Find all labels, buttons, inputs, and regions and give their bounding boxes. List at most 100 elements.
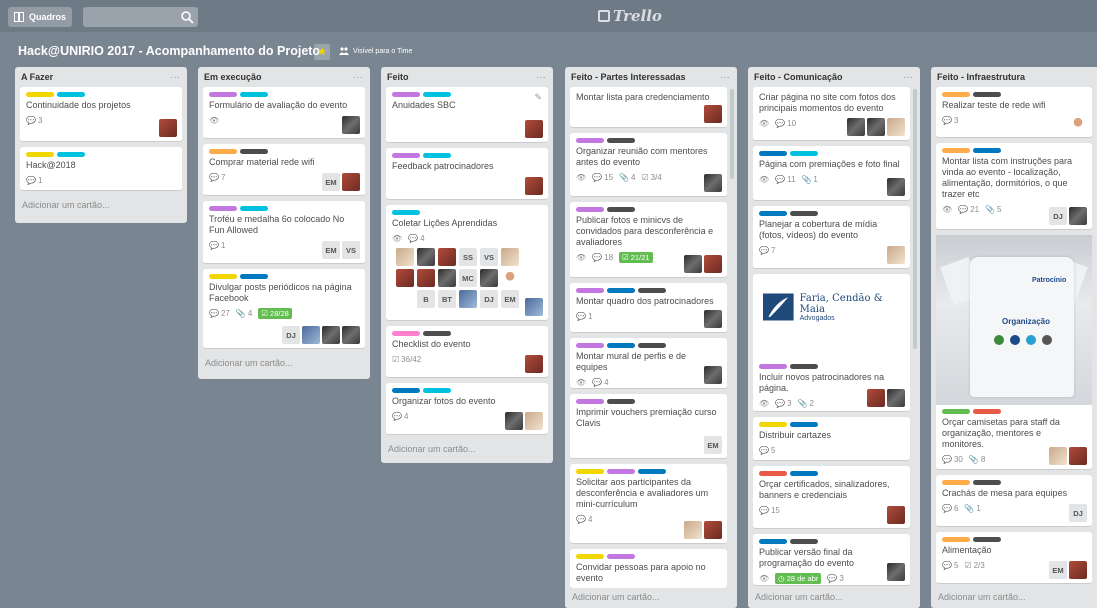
avatar[interactable]: [1069, 561, 1087, 579]
card[interactable]: Feedback patrocinadores: [386, 148, 548, 200]
card[interactable]: Montar lista para credenciamento: [570, 87, 727, 128]
avatar[interactable]: [322, 326, 340, 344]
card[interactable]: Montar mural de perfis e de equipes 👁 💬 4: [570, 338, 727, 389]
member-initials[interactable]: MC: [459, 269, 477, 287]
avatar[interactable]: [887, 506, 905, 524]
card[interactable]: Formulário de avaliação do evento 👁: [203, 87, 365, 139]
member-initials[interactable]: EM: [322, 173, 340, 191]
avatar[interactable]: [525, 298, 543, 316]
avatar[interactable]: [459, 290, 477, 308]
add-card-button[interactable]: Adicionar um cartão...: [198, 354, 370, 374]
member-initials[interactable]: DJ: [282, 326, 300, 344]
card[interactable]: Planejar a cobertura de mídia (fotos, ví…: [753, 206, 910, 269]
list-menu-icon[interactable]: ···: [720, 72, 730, 83]
avatar[interactable]: [302, 326, 320, 344]
avatar[interactable]: [704, 255, 722, 273]
card[interactable]: Organizar fotos do evento 💬 4: [386, 383, 548, 435]
card[interactable]: Convidar pessoas para apoio no evento: [570, 549, 727, 589]
avatar[interactable]: [525, 177, 543, 195]
avatar[interactable]: [417, 269, 435, 287]
avatar[interactable]: [505, 412, 523, 430]
member-initials[interactable]: EM: [322, 241, 340, 259]
add-card-button[interactable]: Adicionar um cartão...: [931, 588, 1097, 608]
card[interactable]: Distribuir cartazes 💬 5: [753, 417, 910, 461]
avatar[interactable]: [704, 366, 722, 384]
card[interactable]: Troféu e medalha 6o colocado No Fun Allo…: [203, 201, 365, 264]
card[interactable]: Publicar versão final da programação do …: [753, 534, 910, 586]
avatar[interactable]: [342, 173, 360, 191]
card[interactable]: Coletar Lições Aprendidas 👁 💬 4 SS VS MC B…: [386, 205, 548, 321]
list-title[interactable]: Feito - Infraestrutura: [937, 72, 1025, 82]
card[interactable]: Publicar fotos e minicvs de convidados p…: [570, 202, 727, 278]
list-title[interactable]: Feito - Comunicação: [754, 72, 843, 82]
avatar[interactable]: [704, 521, 722, 539]
member-initials[interactable]: DJ: [1069, 504, 1087, 522]
avatar[interactable]: [417, 248, 435, 266]
add-card-button[interactable]: Adicionar um cartão...: [15, 196, 187, 216]
add-card-button[interactable]: Adicionar um cartão...: [748, 588, 920, 608]
visibility-button[interactable]: Visível para o Time: [339, 47, 412, 55]
add-card-button[interactable]: Adicionar um cartão...: [381, 440, 553, 460]
boards-button[interactable]: Quadros: [8, 7, 73, 27]
board-title[interactable]: Hack@UNIRIO 2017 - Acompanhamento do Pro…: [18, 44, 320, 58]
avatar[interactable]: [525, 412, 543, 430]
avatar[interactable]: [887, 178, 905, 196]
card[interactable]: Realizar teste de rede wifi 💬 3: [936, 87, 1092, 138]
avatar[interactable]: [342, 326, 360, 344]
member-initials[interactable]: SS: [459, 248, 477, 266]
card[interactable]: Anuidades SBC ✎: [386, 87, 548, 143]
card[interactable]: Continuidade dos projetos 💬 3: [20, 87, 182, 142]
member-initials[interactable]: DJ: [1049, 207, 1067, 225]
card[interactable]: Divulgar posts periódicos na página Face…: [203, 269, 365, 349]
card[interactable]: Imprimir vouchers premiação curso Clavis…: [570, 394, 727, 459]
avatar[interactable]: [438, 248, 456, 266]
member-initials[interactable]: EM: [1049, 561, 1067, 579]
card[interactable]: Organizar reunião com mentores antes do …: [570, 133, 727, 197]
avatar[interactable]: [887, 563, 905, 581]
card[interactable]: Montar quadro dos patrocinadores 💬 1: [570, 283, 727, 333]
avatar[interactable]: [1069, 207, 1087, 225]
member-initials[interactable]: EM: [704, 436, 722, 454]
member-initials[interactable]: EM: [501, 290, 519, 308]
avatar[interactable]: [1069, 447, 1087, 465]
card[interactable]: Alimentação 💬 5 ☑ 2/3 EM: [936, 532, 1092, 584]
avatar[interactable]: [847, 118, 865, 136]
list-menu-icon[interactable]: ···: [353, 72, 363, 83]
avatar[interactable]: [501, 248, 519, 266]
list-menu-icon[interactable]: ···: [170, 72, 180, 83]
member-initials[interactable]: BT: [438, 290, 456, 308]
card[interactable]: Hack@2018 💬 1: [20, 147, 182, 191]
avatar[interactable]: [1069, 115, 1087, 133]
card[interactable]: Checklist do evento ☑ 36/42: [386, 326, 548, 378]
list-title[interactable]: A Fazer: [21, 72, 53, 82]
avatar[interactable]: [684, 255, 702, 273]
avatar[interactable]: [704, 174, 722, 192]
avatar[interactable]: [396, 248, 414, 266]
card[interactable]: Orçar certificados, sinalizadores, banne…: [753, 466, 910, 529]
list-title[interactable]: Feito - Partes Interessadas: [571, 72, 686, 82]
card[interactable]: Patrocínio Organização Orçar camisetas p…: [936, 235, 1092, 470]
avatar[interactable]: [887, 246, 905, 264]
add-card-button[interactable]: Adicionar um cartão...: [565, 588, 737, 608]
card[interactable]: Solicitar aos participantes da desconfer…: [570, 464, 727, 544]
avatar[interactable]: [396, 269, 414, 287]
list-menu-icon[interactable]: ···: [903, 72, 913, 83]
avatar[interactable]: [867, 389, 885, 407]
list-title[interactable]: Feito: [387, 72, 409, 82]
avatar[interactable]: [501, 269, 519, 287]
list-title[interactable]: Em execução: [204, 72, 262, 82]
avatar[interactable]: [438, 269, 456, 287]
avatar[interactable]: [480, 269, 498, 287]
avatar[interactable]: [342, 116, 360, 134]
trello-logo[interactable]: Trello: [598, 7, 662, 25]
avatar[interactable]: [887, 389, 905, 407]
avatar[interactable]: [704, 310, 722, 328]
avatar[interactable]: [525, 120, 543, 138]
card[interactable]: Crachás de mesa para equipes 💬 6 📎 1 DJ: [936, 475, 1092, 527]
avatar[interactable]: [867, 118, 885, 136]
member-initials[interactable]: B: [417, 290, 435, 308]
member-initials[interactable]: DJ: [480, 290, 498, 308]
member-initials[interactable]: VS: [480, 248, 498, 266]
card[interactable]: Página com premiações e foto final 👁 💬 11 📎…: [753, 146, 910, 201]
avatar[interactable]: [159, 119, 177, 137]
